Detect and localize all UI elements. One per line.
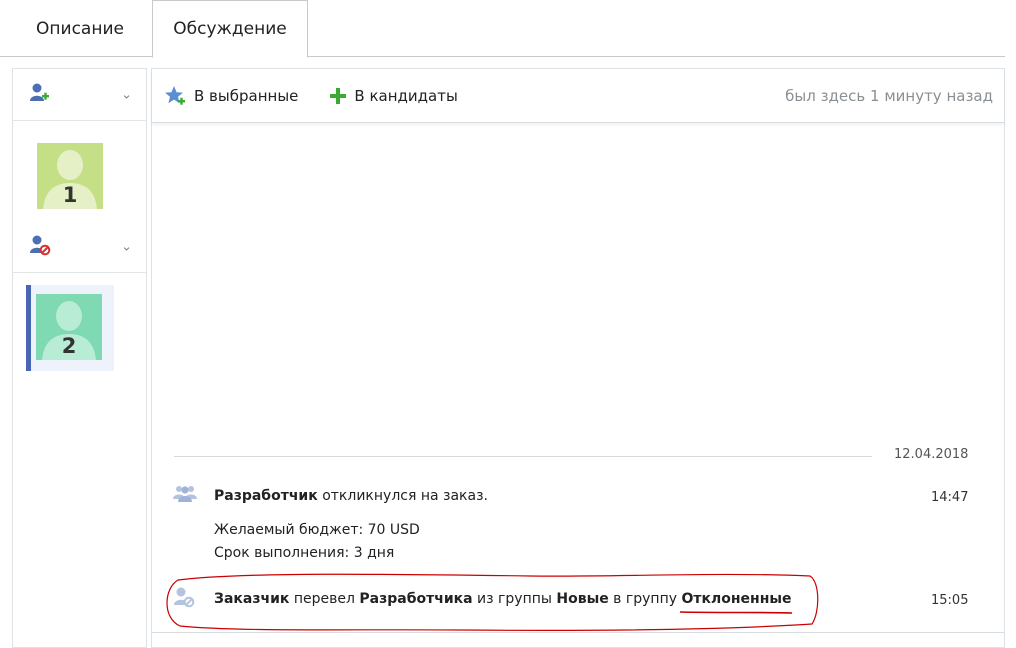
tab-bar: Описание Обсуждение (0, 0, 1005, 58)
blocked-user-icon (173, 586, 195, 608)
group-header-new[interactable]: ⌄ (13, 69, 146, 121)
date-divider (174, 456, 872, 457)
add-to-favorites-button[interactable]: В выбранные (164, 85, 298, 107)
message-actor[interactable]: Заказчик (214, 591, 289, 607)
message-text: перевел (289, 591, 360, 607)
plus-icon (330, 87, 347, 104)
favorites-label: В выбранные (194, 86, 299, 105)
message-text: в группу (608, 591, 682, 607)
discussion-panel: В выбранные В кандидаты был здесь 1 мину… (151, 68, 1005, 648)
avatar-number: 1 (62, 183, 78, 207)
group-from: Новые (556, 591, 609, 607)
group-header-rejected[interactable]: ⌄ (13, 221, 146, 273)
avatar-2[interactable]: 2 (36, 294, 102, 360)
users-icon (173, 484, 197, 502)
add-user-icon (29, 82, 49, 108)
message-time: 15:05 (931, 593, 969, 608)
star-add-icon (164, 85, 186, 107)
message-actor[interactable]: Разработчик (214, 488, 318, 504)
message-text: из группы (472, 591, 557, 607)
deadline-line: Срок выполнения: 3 дня (214, 545, 395, 561)
budget-line: Желаемый бюджет: 70 USD (214, 522, 420, 538)
selected-candidate[interactable]: 2 (26, 285, 114, 371)
chevron-down-icon[interactable]: ⌄ (121, 87, 132, 102)
composer-toolbar (152, 632, 1004, 642)
last-seen-status: был здесь 1 минуту назад (785, 87, 993, 105)
chevron-down-icon[interactable]: ⌄ (121, 239, 132, 254)
tab-discussion[interactable]: Обсуждение (152, 0, 308, 58)
date-label: 12.04.2018 (894, 447, 969, 462)
message-time: 14:47 (931, 490, 969, 505)
blocked-user-icon (29, 234, 51, 260)
message-text: откликнулся на заказ. (317, 488, 488, 504)
message-target[interactable]: Разработчика (359, 591, 472, 607)
tab-description[interactable]: Описание (12, 0, 148, 57)
group-to: Отклоненные (681, 591, 792, 607)
message-event: Разработчик откликнулся на заказ. (214, 488, 488, 504)
candidates-label: В кандидаты (354, 86, 458, 105)
message-event: Заказчик перевел Разработчика из группы … (214, 591, 792, 607)
avatar-1[interactable]: 1 (37, 143, 103, 209)
add-to-candidates-button[interactable]: В кандидаты (330, 86, 458, 105)
avatar-number: 2 (61, 334, 77, 358)
toolbar: В выбранные В кандидаты был здесь 1 мину… (152, 69, 1004, 123)
candidate-sidebar: ⌄ 1 ⌄ 2 (12, 68, 147, 648)
